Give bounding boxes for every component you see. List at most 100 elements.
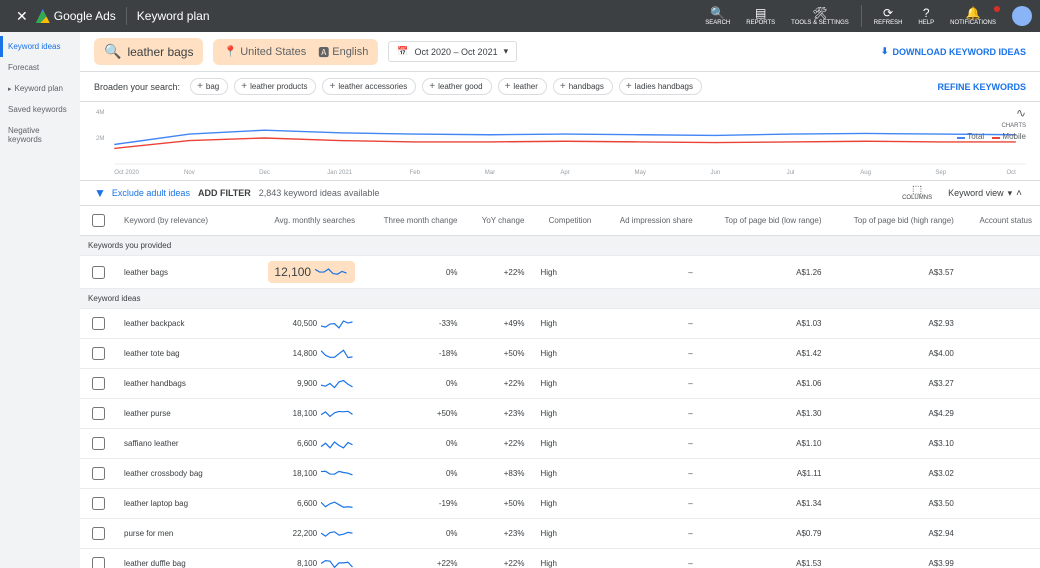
column-header[interactable]: Keyword (by relevance) [116, 206, 246, 236]
keyword-cell: leather tote bag [116, 339, 246, 369]
broaden-chip[interactable]: +leather [498, 78, 547, 95]
close-icon[interactable]: ✕ [8, 8, 36, 25]
topbar-tools-icon[interactable]: 🛠TOOLS & SETTINGS [783, 6, 857, 26]
keyword-view-dropdown[interactable]: Keyword view ▾ [948, 188, 1012, 199]
nav-saved-keywords[interactable]: Saved keywords [0, 99, 80, 120]
searches-cell: 40,500 [246, 309, 363, 339]
column-header[interactable]: Top of page bid (high range) [830, 206, 962, 236]
avatar[interactable] [1012, 6, 1032, 26]
row-checkbox[interactable] [92, 557, 105, 568]
keyword-cell: leather bags [116, 256, 246, 289]
section-provided: Keywords you provided [80, 236, 1040, 256]
table-row[interactable]: leather crossbody bag 18,100 0%+83%High–… [80, 459, 1040, 489]
svg-text:Dec: Dec [259, 170, 270, 176]
table-row[interactable]: leather laptop bag 6,600 -19%+50%High–A$… [80, 489, 1040, 519]
table-row[interactable]: leather bags 12,100 0%+22%High–A$1.26A$3… [80, 256, 1040, 289]
searches-cell: 22,200 [246, 519, 363, 549]
searches-cell: 8,100 [246, 549, 363, 568]
select-all-checkbox[interactable] [92, 214, 105, 227]
topbar-search-icon[interactable]: 🔍SEARCH [697, 6, 738, 26]
trend-chart: 2M4MOct 2020NovDecJan 2021FebMarAprMayJu… [94, 106, 1026, 176]
row-checkbox[interactable] [92, 347, 105, 360]
svg-text:Apr: Apr [560, 170, 569, 176]
refresh-icon: ⟳ [883, 6, 893, 20]
notification-badge [994, 6, 1000, 12]
searches-cell: 6,600 [246, 489, 363, 519]
table-row[interactable]: leather backpack 40,500 -33%+49%High–A$1… [80, 309, 1040, 339]
plus-icon: + [626, 83, 632, 91]
table-row[interactable]: leather purse 18,100 +50%+23%High–A$1.30… [80, 399, 1040, 429]
svg-text:4M: 4M [96, 110, 104, 116]
keyword-cell: leather duffle bag [116, 549, 246, 568]
keyword-cell: leather purse [116, 399, 246, 429]
svg-text:Aug: Aug [860, 170, 871, 176]
refine-keywords-button[interactable]: REFINE KEYWORDS [937, 82, 1026, 92]
column-header[interactable]: Account status [962, 206, 1040, 236]
chart-panel: ∿ CHARTS Total Mobile 2M4MOct 2020NovDec… [80, 102, 1040, 181]
column-header[interactable]: Three month change [363, 206, 465, 236]
broaden-chip[interactable]: +handbags [553, 78, 613, 95]
row-checkbox[interactable] [92, 437, 105, 450]
searches-cell: 6,600 [246, 429, 363, 459]
chart-toggle-icon[interactable]: ∿ [1016, 106, 1026, 120]
date-range: Oct 2020 – Oct 2021 [415, 47, 498, 57]
topbar-refresh-icon[interactable]: ⟳REFRESH [866, 6, 911, 26]
row-checkbox[interactable] [92, 266, 105, 279]
broaden-label: Broaden your search: [94, 82, 180, 92]
filter-icon[interactable]: ▼ [94, 186, 106, 200]
collapse-icon[interactable]: ˄ [1012, 188, 1026, 199]
topbar-help-icon[interactable]: ?HELP [910, 6, 942, 26]
left-nav: Keyword ideasForecastKeyword planSaved k… [0, 32, 80, 568]
nav-forecast[interactable]: Forecast [0, 57, 80, 78]
table-row[interactable]: saffiano leather 6,600 0%+22%High–A$1.10… [80, 429, 1040, 459]
row-checkbox[interactable] [92, 377, 105, 390]
broaden-chip[interactable]: +leather products [234, 78, 316, 95]
nav-keyword-ideas[interactable]: Keyword ideas [0, 36, 80, 57]
add-filter-button[interactable]: ADD FILTER [198, 188, 251, 198]
svg-text:Jan 2021: Jan 2021 [327, 170, 353, 176]
table-row[interactable]: leather handbags 9,900 0%+22%High–A$1.06… [80, 369, 1040, 399]
searches-cell: 9,900 [246, 369, 363, 399]
row-checkbox[interactable] [92, 407, 105, 420]
location-icon: 📍 [223, 45, 237, 58]
column-header[interactable]: Ad impression share [599, 206, 700, 236]
calendar-icon: 📅 [397, 46, 408, 57]
logo-text: Google Ads [54, 9, 116, 23]
logo: Google Ads [36, 9, 116, 23]
column-header[interactable]: Competition [532, 206, 599, 236]
filter-bar: ▼ Exclude adult ideas ADD FILTER 2,843 k… [80, 181, 1040, 206]
keyword-cell: leather crossbody bag [116, 459, 246, 489]
keyword-table-wrap[interactable]: Keyword (by relevance)Avg. monthly searc… [80, 206, 1040, 568]
column-header[interactable]: YoY change [466, 206, 533, 236]
broaden-chip[interactable]: +leather accessories [322, 78, 416, 95]
chevron-down-icon: ▾ [504, 46, 509, 57]
columns-button[interactable]: ⬚ COLUMNS [902, 185, 932, 201]
row-checkbox[interactable] [92, 497, 105, 510]
column-header[interactable]: Top of page bid (low range) [701, 206, 830, 236]
row-checkbox[interactable] [92, 467, 105, 480]
date-range-picker[interactable]: 📅 Oct 2020 – Oct 2021 ▾ [388, 41, 517, 62]
topbar-reports-icon[interactable]: ▤REPORTS [738, 6, 783, 26]
broaden-chip[interactable]: +bag [190, 78, 228, 95]
keyword-table: Keyword (by relevance)Avg. monthly searc… [80, 206, 1040, 568]
location-language-pill[interactable]: 📍United States 🅰English [213, 39, 378, 65]
column-header[interactable]: Avg. monthly searches [246, 206, 363, 236]
svg-text:Nov: Nov [184, 170, 195, 176]
plus-icon: + [429, 83, 435, 91]
row-checkbox[interactable] [92, 527, 105, 540]
searches-cell: 18,100 [246, 399, 363, 429]
plus-icon: + [329, 83, 335, 91]
download-button[interactable]: ⬇ DOWNLOAD KEYWORD IDEAS [881, 46, 1026, 57]
broaden-chip[interactable]: +ladies handbags [619, 78, 702, 95]
table-row[interactable]: purse for men 22,200 0%+23%High–A$0.79A$… [80, 519, 1040, 549]
nav-keyword-plan[interactable]: Keyword plan [0, 78, 80, 99]
search-query-pill[interactable]: 🔍 leather bags [94, 38, 203, 65]
nav-negative-keywords[interactable]: Negative keywords [0, 120, 80, 150]
plus-icon: + [505, 83, 511, 91]
topbar-notifications-icon[interactable]: 🔔NOTIFICATIONS [942, 6, 1004, 26]
row-checkbox[interactable] [92, 317, 105, 330]
table-row[interactable]: leather duffle bag 8,100 +22%+22%High–A$… [80, 549, 1040, 568]
broaden-chip[interactable]: +leather good [422, 78, 491, 95]
table-row[interactable]: leather tote bag 14,800 -18%+50%High–A$1… [80, 339, 1040, 369]
exclude-adult-link[interactable]: Exclude adult ideas [112, 188, 190, 198]
